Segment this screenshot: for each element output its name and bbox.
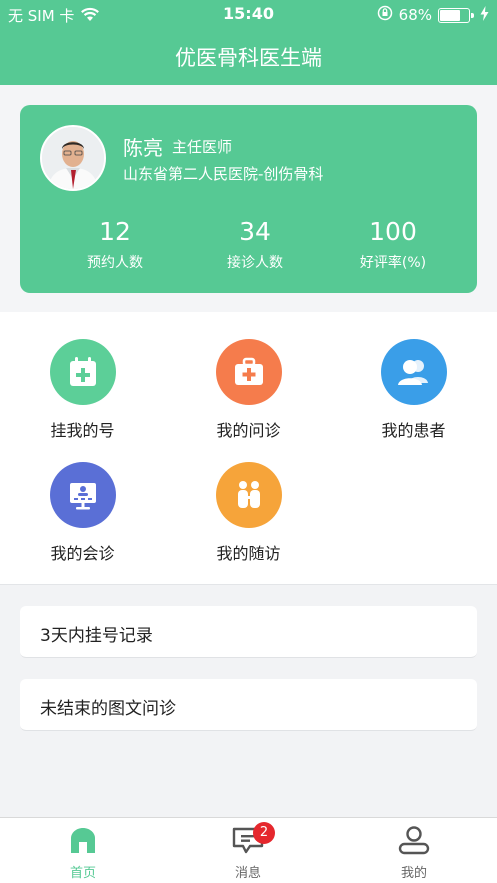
medical-kit-icon [215,339,282,405]
stat-rating[interactable]: 100 好评率(%) [317,217,469,272]
row-label: 未结束的图文问诊 [40,699,176,719]
battery-level [440,9,461,21]
home-icon [67,825,99,859]
stat-value: 34 [239,217,271,246]
unread-badge: 2 [253,822,275,844]
tab-messages[interactable]: 2 消息 [165,822,331,881]
doctor-card[interactable]: 陈亮 主任医师 山东省第二人民医院-创伤骨科 12 预约人数 34 接诊人数 1… [20,105,477,293]
func-label: 我的问诊 [216,421,281,440]
func-label: 我的会诊 [50,544,115,563]
avatar [40,125,106,191]
orientation-lock-icon [377,5,393,25]
row-label: 3天内挂号记录 [40,626,153,646]
user-icon [397,825,431,859]
page-title: 优医骨科医生端 [175,46,322,70]
battery-percent: 68% [398,6,432,24]
stat-value: 12 [99,217,131,246]
func-my-patients[interactable]: 我的患者 [331,339,496,441]
stat-label: 预约人数 [87,255,143,271]
status-bar: 无 SIM 卡 15:40 68% [0,0,497,30]
func-label: 我的随访 [216,544,281,563]
doctor-title: 主任医师 [172,138,233,156]
tab-profile[interactable]: 我的 [331,825,497,881]
func-my-group-consultations[interactable]: 我的会诊 [0,462,165,564]
func-my-follow-ups[interactable]: 我的随访 [166,462,331,564]
charging-icon [480,5,489,25]
consultation-screen-icon [49,462,116,528]
header: 无 SIM 卡 15:40 68% 优医骨科医生端 [0,0,497,85]
function-grid: 挂我的号 我的问诊 我的患者 我的会诊 我的随访 [0,312,497,585]
stat-value: 100 [369,217,417,246]
stat-label: 接诊人数 [227,255,283,271]
row-registrations-3days[interactable]: 3天内挂号记录 [20,606,477,658]
func-label: 挂我的号 [50,421,115,440]
tab-label: 我的 [400,866,427,881]
profile-section: 陈亮 主任医师 山东省第二人民医院-创伤骨科 12 预约人数 34 接诊人数 1… [0,85,497,312]
stat-appointments[interactable]: 12 预约人数 [39,217,191,272]
stat-label: 好评率(%) [359,255,427,271]
stat-received[interactable]: 34 接诊人数 [179,217,331,272]
follow-up-icon [215,462,282,528]
tab-bar: 首页 2 消息 我的 [0,817,497,883]
row-unfinished-consultations[interactable]: 未结束的图文问诊 [20,679,477,731]
func-my-consultations[interactable]: 我的问诊 [166,339,331,441]
tab-label: 首页 [69,866,96,881]
doctor-hospital: 山东省第二人民医院-创伤骨科 [123,165,324,183]
func-label: 我的患者 [381,421,446,440]
func-my-registrations[interactable]: 挂我的号 [0,339,165,441]
doctor-name: 陈亮 [123,136,163,160]
patients-icon [380,339,447,405]
calendar-plus-icon [49,339,116,405]
tab-label: 消息 [234,866,261,881]
battery-icon [438,7,474,23]
tab-home[interactable]: 首页 [0,825,166,881]
